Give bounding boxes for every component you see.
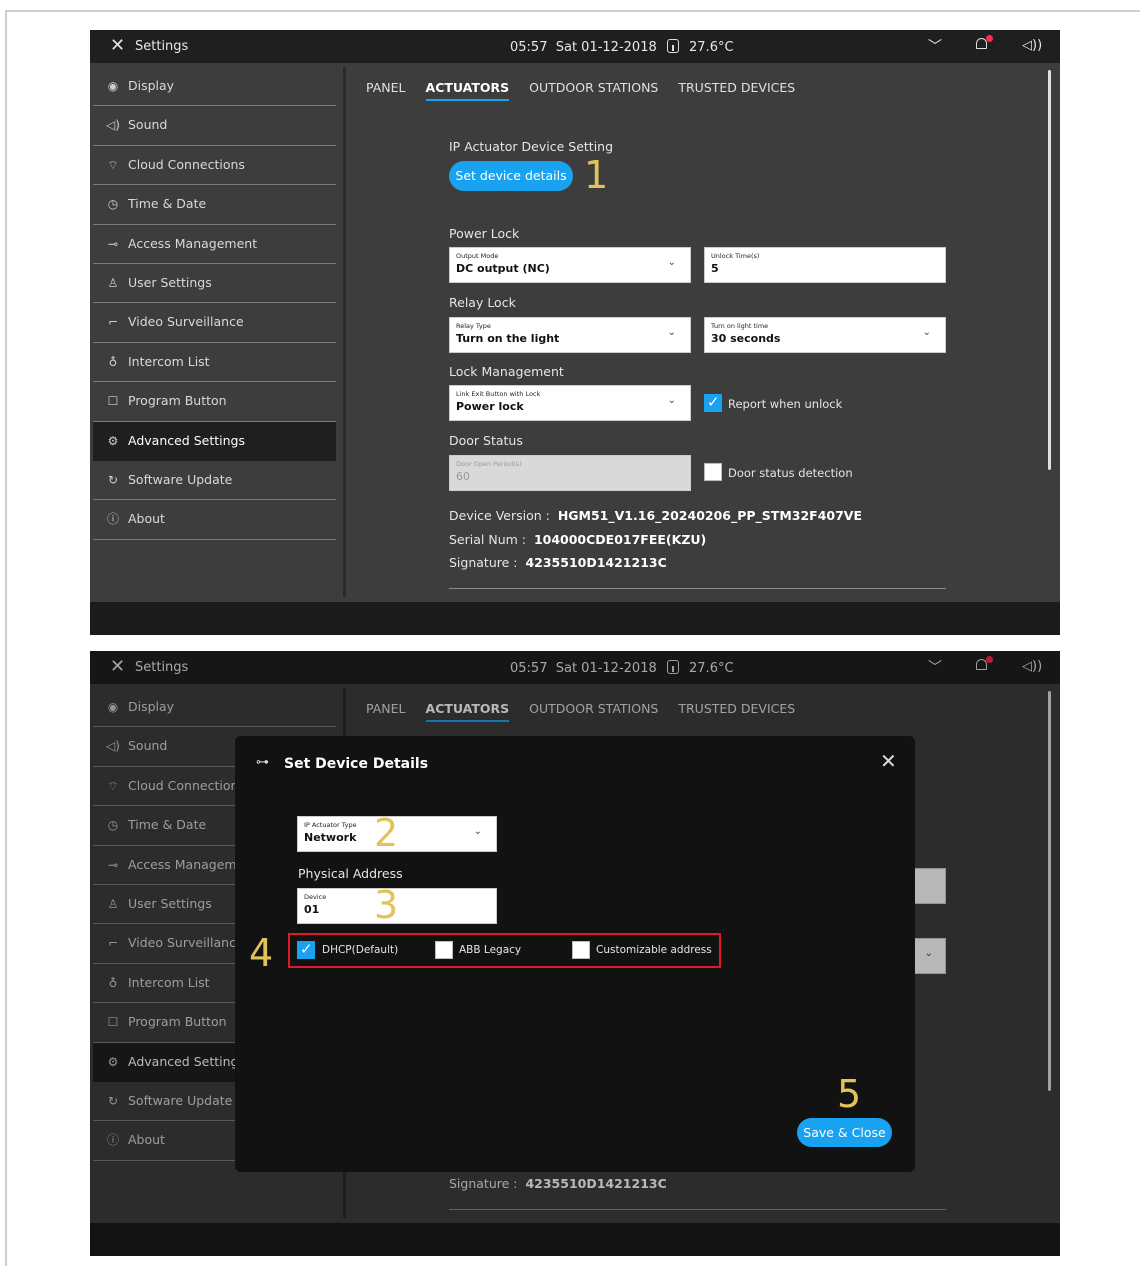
sidebar-item-access-management[interactable]: ⊸ Access Management xyxy=(93,225,336,264)
step-marker-3: 3 xyxy=(374,883,399,927)
tab-bar: PANEL ACTUATORS OUTDOOR STATIONS TRUSTED DE… xyxy=(366,80,815,101)
save-close-button[interactable]: Save & Close xyxy=(797,1118,892,1147)
settings-screen-actuators: ✕ Settings 05:57 Sat 01-12-2018 27.6°C ﹀… xyxy=(90,30,1060,635)
bottom-bar xyxy=(90,602,1060,635)
clock-calendar-icon: ◷ xyxy=(107,197,119,212)
tab-outdoor-stations[interactable]: OUTDOOR STATIONS xyxy=(529,80,658,99)
sidebar-divider xyxy=(343,67,346,597)
chevron-down-icon: ⌄ xyxy=(667,257,676,268)
customizable-address-label: Customizable address xyxy=(596,944,712,956)
set-device-details-dialog: ⊶ Set Device Details ✕ IP Actuator Type … xyxy=(235,736,915,1172)
network-icon: ⊶ xyxy=(256,755,269,770)
report-unlock-label: Report when unlock xyxy=(728,397,843,411)
physical-address-label: Physical Address xyxy=(298,866,403,881)
abb-legacy-label: ABB Legacy xyxy=(459,944,522,956)
notification-dot xyxy=(986,35,993,42)
step-marker-4: 4 xyxy=(249,931,274,975)
speaker-icon[interactable]: ◁)) xyxy=(1022,38,1042,53)
door-status-detection-label: Door status detection xyxy=(728,466,853,480)
set-device-details-button[interactable]: Set device details xyxy=(449,161,573,191)
time-text: 05:57 xyxy=(510,40,548,55)
chevron-down-icon: ⌄ xyxy=(922,327,931,338)
user-icon: ♙ xyxy=(107,275,119,290)
chevron-down-icon: ⌄ xyxy=(667,327,676,338)
tab-panel[interactable]: PANEL xyxy=(366,80,406,99)
chevron-down-icon: ⌄ xyxy=(667,395,676,406)
signature-row: Signature : 4235510D1421213C xyxy=(449,555,667,570)
divider xyxy=(449,588,946,589)
abb-legacy-checkbox[interactable] xyxy=(435,941,453,959)
microphone-icon: ♁ xyxy=(108,354,118,369)
temperature-text: 27.6°C xyxy=(689,40,734,55)
status-clock: 05:57 Sat 01-12-2018 27.6°C xyxy=(510,39,734,55)
sidebar-item-time-date[interactable]: ◷ Time & Date xyxy=(93,185,336,225)
lock-management-heading: Lock Management xyxy=(449,364,564,379)
eye-icon: ◉ xyxy=(107,79,119,93)
tab-trusted-devices[interactable]: TRUSTED DEVICES xyxy=(678,80,795,99)
wifi-icon: ⌔ xyxy=(107,157,119,172)
output-mode-select[interactable]: Output Mode DC output (NC) ⌄ xyxy=(449,247,691,283)
door-status-heading: Door Status xyxy=(449,433,523,448)
top-bar: ✕ Settings 05:57 Sat 01-12-2018 27.6°C ﹀… xyxy=(90,30,1060,63)
gear-icon: ⚙ xyxy=(107,433,119,448)
scrollbar[interactable] xyxy=(1048,70,1051,470)
customizable-address-checkbox[interactable] xyxy=(572,941,590,959)
sidebar-item-user-settings[interactable]: ♙ User Settings xyxy=(93,264,336,304)
sidebar-item-cloud-connections[interactable]: ⌔ Cloud Connections xyxy=(93,146,336,186)
light-time-select[interactable]: Turn on light time 30 seconds ⌄ xyxy=(704,317,946,353)
sidebar-item-advanced-settings[interactable]: ⚙ Advanced Settings xyxy=(93,421,336,461)
step-marker-5: 5 xyxy=(837,1072,862,1116)
sidebar-item-about[interactable]: ⓘ About xyxy=(93,500,336,540)
sidebar-item-software-update[interactable]: ↻ Software Update xyxy=(93,461,336,501)
sidebar-item-display[interactable]: ◉ Display xyxy=(93,67,336,107)
close-icon[interactable]: ✕ xyxy=(110,36,125,56)
serial-num-row: Serial Num : 104000CDE017FEE(KZU) xyxy=(449,532,707,547)
dhcp-checkbox[interactable] xyxy=(297,940,315,959)
info-icon: ⓘ xyxy=(106,512,119,527)
report-unlock-checkbox[interactable] xyxy=(704,393,722,412)
sidebar-item-video-surveillance[interactable]: ⌐ Video Surveillance xyxy=(93,303,336,343)
settings-screen-modal: ✕ Settings 05:57 Sat 01-12-2018 27.6°C ﹀… xyxy=(90,651,1060,1256)
relay-lock-heading: Relay Lock xyxy=(449,295,516,310)
bell-icon[interactable] xyxy=(975,35,993,52)
link-exit-button-select[interactable]: Link Exit Button with Lock Power lock ⌄ xyxy=(449,385,691,421)
door-open-period-field: Door Open Period(s) 60 xyxy=(449,455,691,491)
step-marker-2: 2 xyxy=(374,811,399,855)
device-version-row: Device Version : HGM51_V1.16_20240206_PP… xyxy=(449,508,863,523)
sidebar-item-intercom-list[interactable]: ♁ Intercom List xyxy=(93,343,336,383)
thermometer-icon xyxy=(666,39,679,53)
date-text: Sat 01-12-2018 xyxy=(555,40,657,55)
door-status-detection-checkbox[interactable] xyxy=(704,463,722,481)
sidebar: ◉ Display ◁) Sound ⌔ Cloud Connections ◷ Tim… xyxy=(93,67,336,540)
square-icon: ☐ xyxy=(107,394,119,409)
unlock-time-field[interactable]: Unlock Time(s) 5 xyxy=(704,247,946,283)
chevron-down-icon: ⌄ xyxy=(473,826,482,837)
close-icon[interactable]: ✕ xyxy=(880,749,897,773)
power-lock-heading: Power Lock xyxy=(449,226,520,241)
relay-type-select[interactable]: Relay Type Turn on the light ⌄ xyxy=(449,317,691,353)
app-title: Settings xyxy=(135,39,189,54)
tab-actuators[interactable]: ACTUATORS xyxy=(425,80,510,101)
ip-actuator-heading: IP Actuator Device Setting xyxy=(449,139,614,154)
step-marker-1: 1 xyxy=(584,153,609,197)
sidebar-item-sound[interactable]: ◁) Sound xyxy=(93,106,336,146)
chevron-down-icon[interactable]: ﹀ xyxy=(928,36,942,56)
sidebar-item-program-button[interactable]: ☐ Program Button xyxy=(93,382,336,422)
dialog-title: Set Device Details xyxy=(284,756,429,772)
dhcp-label: DHCP(Default) xyxy=(322,944,399,956)
refresh-icon: ↻ xyxy=(107,472,119,487)
key-icon: ⊸ xyxy=(107,236,119,251)
speaker-icon: ◁) xyxy=(106,118,120,133)
camera-icon: ⌐ xyxy=(107,315,119,330)
